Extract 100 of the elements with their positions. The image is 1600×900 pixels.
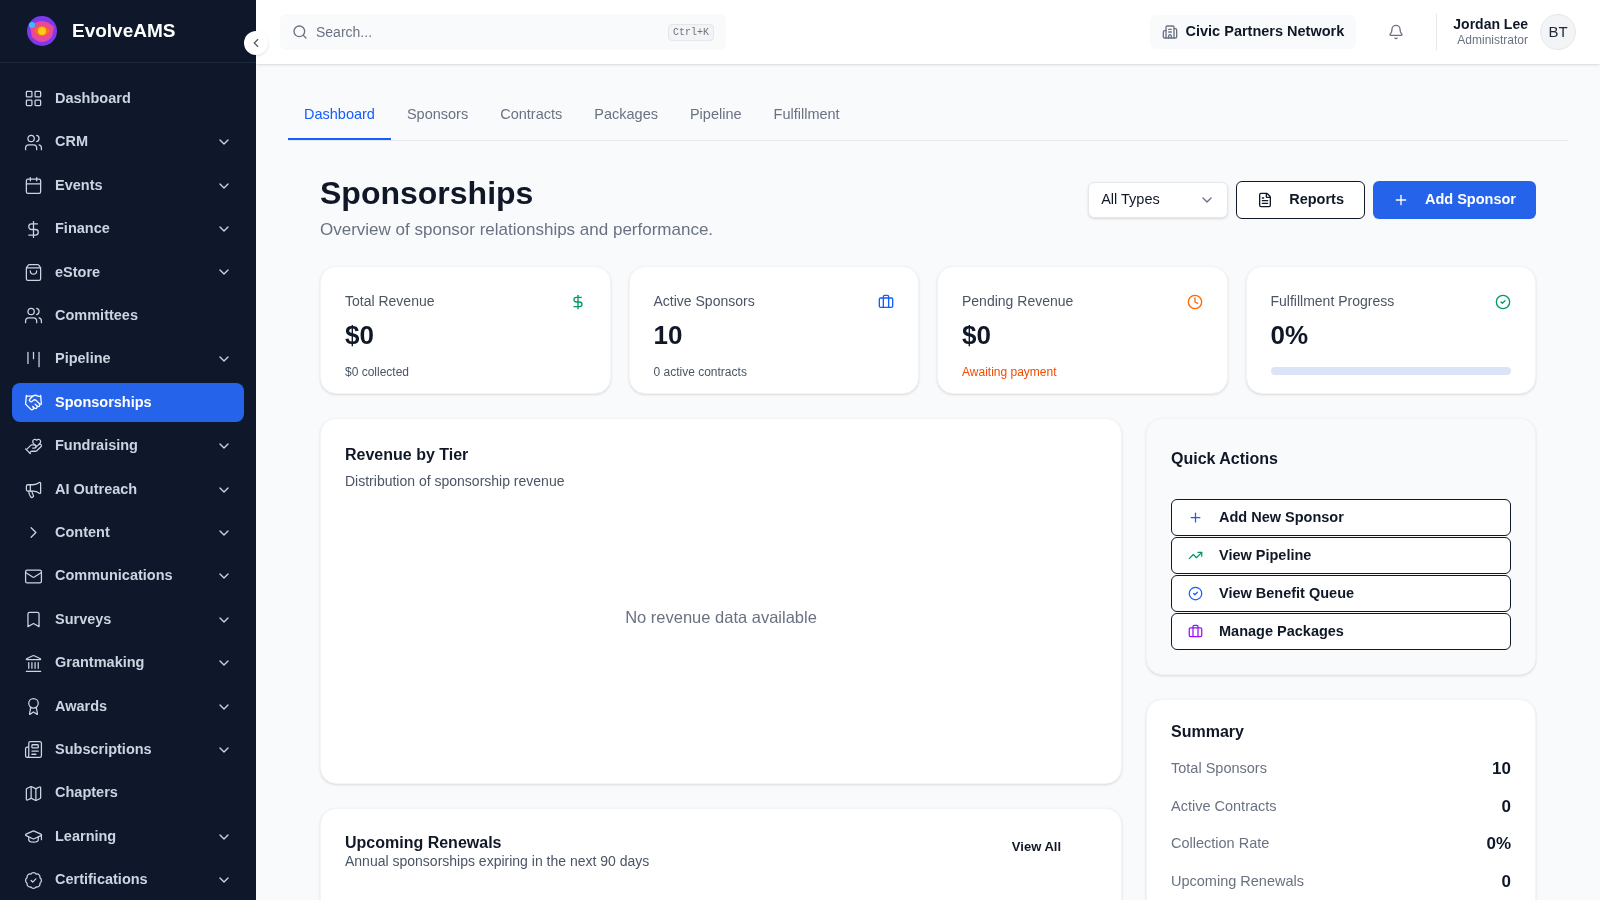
quick-action-button[interactable]: Manage Packages: [1171, 613, 1511, 651]
sidebar-item[interactable]: Communications: [12, 556, 244, 597]
stat-label: Pending Revenue: [962, 292, 1074, 312]
tab[interactable]: Sponsors: [390, 104, 485, 140]
card-title: Quick Actions: [1171, 449, 1279, 470]
tab[interactable]: Dashboard: [288, 104, 391, 140]
sidebar-label: Surveys: [55, 609, 113, 629]
summary-label: Total Sponsors: [1171, 759, 1267, 779]
sidebar-item[interactable]: Committees: [12, 296, 244, 336]
quick-action-button[interactable]: View Benefit Queue: [1171, 575, 1511, 613]
tab[interactable]: Packages: [578, 104, 674, 140]
sidebar-label: Awards: [55, 696, 109, 716]
stat-label: Fulfillment Progress: [1270, 292, 1395, 312]
bag-icon: [24, 263, 43, 282]
briefcase-icon: [878, 293, 894, 310]
search-placeholder: Search...: [316, 22, 374, 42]
sidebar-item[interactable]: Content: [12, 513, 244, 553]
sidebar-label: eStore: [55, 262, 102, 282]
sidebar-label: Content: [55, 523, 111, 543]
sidebar-label: Sponsorships: [55, 392, 153, 412]
badge-check-icon: [24, 870, 43, 890]
sidebar-item[interactable]: Grantmaking: [12, 643, 244, 683]
sidebar-label: Finance: [55, 219, 111, 239]
megaphone-icon: [24, 480, 43, 499]
sidebar-label: Certifications: [55, 870, 149, 890]
tab[interactable]: Pipeline: [673, 104, 758, 140]
summary-value: 0%: [1486, 833, 1511, 856]
clock-icon: [1186, 293, 1203, 310]
sidebar-label: Pipeline: [55, 349, 112, 369]
brand-name: EvolveAMS: [72, 18, 176, 43]
briefcase-icon: [1188, 624, 1203, 640]
summary-value: 10: [1492, 758, 1511, 781]
stat-value: $0: [962, 319, 992, 353]
grid-icon: [24, 89, 43, 109]
sidebar-item[interactable]: Events: [12, 165, 244, 206]
summary-label: Upcoming Renewals: [1171, 871, 1304, 891]
sidebar-item[interactable]: Subscriptions: [12, 730, 244, 770]
sidebar-item[interactable]: Dashboard: [12, 79, 244, 119]
user-role: Administrator: [1457, 33, 1528, 49]
document-icon: [1257, 191, 1274, 208]
sidebar-label: Chapters: [55, 783, 119, 803]
quick-action-button[interactable]: Add New Sponsor: [1171, 499, 1511, 537]
stat-note: $0 collected: [345, 364, 411, 382]
sidebar-item[interactable]: Awards: [12, 686, 244, 727]
sidebar-label: Fundraising: [55, 436, 139, 456]
sidebar-label: Events: [55, 175, 104, 195]
organization-chip[interactable]: Civic Partners Network: [1149, 15, 1357, 49]
calendar-icon: [24, 176, 43, 196]
check-circle-icon: [1495, 293, 1511, 310]
add-button[interactable]: Add Sponsor: [1372, 180, 1536, 219]
tab[interactable]: Contracts: [484, 104, 579, 140]
sidebar-item[interactable]: eStore: [12, 252, 244, 293]
newspaper-icon: [24, 740, 43, 760]
sidebar-item[interactable]: Surveys: [12, 600, 244, 640]
search-field[interactable]: Search... Ctrl+K: [280, 14, 726, 50]
sidebar-label: Committees: [55, 306, 139, 325]
sidebar-item[interactable]: Chapters: [12, 773, 244, 814]
handshake-icon: [24, 393, 43, 413]
sidebar-item[interactable]: Sponsorships: [12, 383, 244, 423]
columns-icon: [24, 349, 43, 369]
sidebar-label: Subscriptions: [55, 740, 153, 760]
summary-label: Collection Rate: [1171, 834, 1270, 854]
stat-note: Awaiting payment: [962, 364, 1058, 382]
summary-value: 0: [1501, 870, 1511, 893]
card-subtitle: Annual sponsorships expiring in the next 90 days: [345, 853, 651, 871]
summary-value: 0: [1501, 795, 1511, 818]
map-icon: [24, 783, 43, 803]
sidebar-item[interactable]: Pipeline: [12, 339, 244, 379]
stat-label: Total Revenue: [345, 292, 435, 312]
quick-action-button[interactable]: View Pipeline: [1171, 537, 1511, 575]
sidebar-item[interactable]: Learning: [12, 817, 244, 857]
sidebar-item[interactable]: CRM: [12, 122, 244, 162]
user-avatar[interactable]: BT: [1540, 14, 1576, 50]
sidebar-item[interactable]: AI Outreach: [12, 469, 244, 510]
bank-icon: [24, 653, 43, 673]
collapse-button[interactable]: [244, 31, 268, 55]
building-icon: [1161, 24, 1178, 40]
notifications-icon[interactable]: [1388, 24, 1405, 40]
card-title: Revenue by Tier: [345, 445, 470, 466]
sidebar-item[interactable]: Certifications: [12, 860, 244, 900]
hand-icon: [24, 436, 43, 456]
reports-button[interactable]: Reports: [1236, 180, 1365, 219]
page-subtitle: Overview of sponsor relationships and performance.: [320, 218, 715, 241]
plus-icon: [1188, 510, 1203, 526]
sidebar-item[interactable]: Finance: [12, 209, 244, 249]
sidebar-label: Communications: [55, 566, 174, 586]
stat-label: Active Sponsors: [653, 292, 755, 312]
tab[interactable]: Fulfillment: [757, 104, 856, 140]
organization-name: Civic Partners Network: [1185, 22, 1345, 42]
card-subtitle: Distribution of sponsorship revenue: [345, 472, 566, 492]
user-name: Jordan Lee: [1453, 15, 1528, 34]
view-all-link[interactable]: View All: [1011, 837, 1061, 857]
card-title: Summary: [1171, 722, 1245, 743]
card-title: Upcoming Renewals: [345, 833, 503, 854]
sidebar-label: CRM: [55, 132, 90, 152]
sidebar-label: AI Outreach: [55, 479, 139, 499]
search-icon: [292, 24, 308, 40]
sidebar-item[interactable]: Fundraising: [12, 426, 244, 466]
type-select[interactable]: All Types: [1088, 181, 1229, 218]
page-title: Sponsorships: [320, 173, 535, 213]
